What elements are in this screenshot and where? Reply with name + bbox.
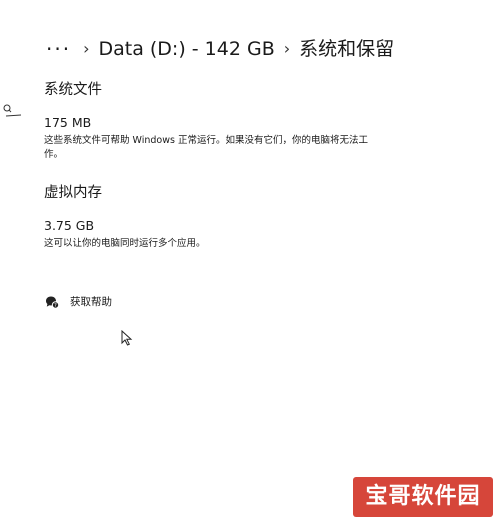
help-chat-icon: ? bbox=[46, 296, 60, 309]
svg-text:?: ? bbox=[54, 303, 57, 309]
get-help-label: 获取帮助 bbox=[70, 296, 112, 308]
chevron-right-icon: › bbox=[283, 39, 291, 58]
breadcrumb: ··· › Data (D:) - 142 GB › 系统和保留 bbox=[46, 34, 394, 64]
system-files-size: 175 MB bbox=[44, 115, 92, 130]
virtual-memory-description: 这可以让你的电脑同时运行多个应用。 bbox=[44, 238, 206, 249]
virtual-memory-section: 虚拟内存 3.75 GB 这可以让你的电脑同时运行多个应用。 bbox=[44, 183, 384, 251]
virtual-memory-title: 虚拟内存 bbox=[44, 185, 102, 201]
get-help-link[interactable]: ? 获取帮助 bbox=[44, 294, 112, 310]
chevron-right-icon: › bbox=[83, 39, 90, 58]
system-files-title: 系统文件 bbox=[44, 82, 102, 98]
virtual-memory-size: 3.75 GB bbox=[44, 218, 95, 233]
more-button[interactable]: ··· bbox=[46, 34, 71, 64]
search-icon bbox=[3, 104, 22, 117]
mouse-cursor-icon bbox=[121, 330, 133, 346]
watermark-logo: 宝哥软件园 bbox=[353, 477, 493, 517]
page-title: 系统和保留 bbox=[299, 38, 395, 60]
breadcrumb-item-drive[interactable]: Data (D:) - 142 GB bbox=[98, 34, 274, 64]
system-files-section: 系统文件 175 MB 这些系统文件可帮助 Windows 正常运行。如果没有它… bbox=[44, 80, 384, 162]
system-files-description: 这些系统文件可帮助 Windows 正常运行。如果没有它们，你的电脑将无法工作。 bbox=[44, 135, 368, 160]
